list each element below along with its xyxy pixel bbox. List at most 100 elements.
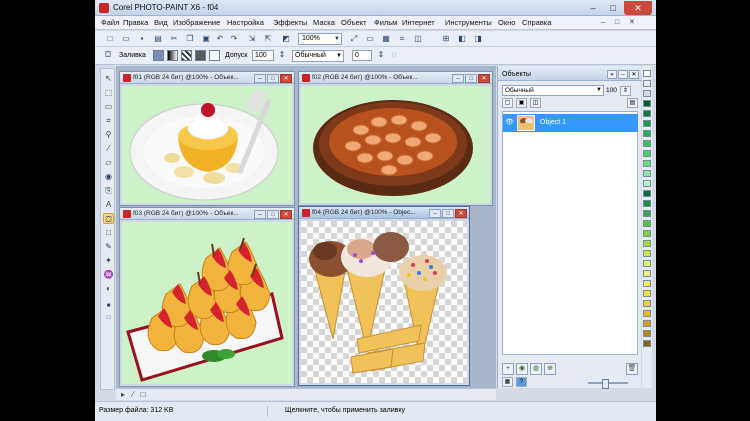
uniform-fill-swatch[interactable] [153, 50, 164, 61]
document-window-f02[interactable]: f02 (RGB 24 бит) @100% - Объек... ‒ □ ✕ [298, 71, 493, 206]
arrange-icon[interactable]: ▦ [502, 377, 513, 387]
paint-tool-icon[interactable]: ✎ [103, 241, 114, 252]
redo-icon[interactable]: ↷ [229, 34, 239, 44]
copy-icon[interactable]: ❐ [185, 34, 195, 44]
zoom-tool-icon[interactable]: ⚲ [103, 129, 114, 140]
transparency-spinner-icon[interactable]: ⇕ [376, 50, 386, 60]
document-window-f04[interactable]: f04 (RGB 24 бит) @100% - Objec... ‒ □ ✕ [298, 206, 470, 386]
document-window-f03[interactable]: f03 (RGB 24 бит) @100% - Объек... ‒ □ ✕ [119, 207, 295, 387]
eraser-tool-icon[interactable]: ▱ [103, 157, 114, 168]
pick-tool-icon[interactable]: ↖ [103, 73, 114, 84]
document-title-bar[interactable]: f04 (RGB 24 бит) @100% - Objec... ‒ □ ✕ [299, 207, 469, 219]
palette-swatch[interactable] [643, 130, 651, 137]
palette-swatch[interactable] [643, 270, 651, 277]
document-title-bar[interactable]: f01 (RGB 24 бит) @100% - Объек... ‒ □ ✕ [120, 72, 294, 84]
menu-adjust[interactable]: Настройка [227, 18, 264, 27]
close-icon[interactable]: ✕ [455, 209, 467, 218]
menu-mask[interactable]: Маска [313, 18, 335, 27]
crop-tool-icon[interactable]: ⌗ [103, 115, 114, 126]
play-icon[interactable]: ▸ [118, 390, 128, 400]
palette-swatch[interactable] [643, 320, 651, 327]
objects-docker-header[interactable]: Объекты » ‒ ✕ [498, 68, 642, 81]
minimize-icon[interactable]: ‒ [452, 74, 464, 83]
new-document-icon[interactable]: □ [105, 34, 115, 44]
texture-fill-swatch[interactable] [195, 50, 206, 61]
palette-swatch[interactable] [643, 110, 651, 117]
fill-tool-icon[interactable]: ⛋ [103, 213, 114, 224]
maximize-icon[interactable]: □ [465, 74, 477, 83]
no-fill-swatch[interactable] [209, 50, 220, 61]
new-object-from-mask-icon[interactable]: ◍ [530, 363, 542, 375]
undo-icon[interactable]: ↶ [215, 34, 225, 44]
palette-swatch[interactable] [643, 140, 651, 147]
opacity-spinner-icon[interactable]: ⇕ [620, 86, 631, 96]
object-mode-icon[interactable]: ◧ [457, 34, 467, 44]
merge-mode-dropdown[interactable]: Обычный ▼ [292, 50, 344, 62]
print-icon[interactable]: ▤ [153, 34, 163, 44]
close-button[interactable]: ✕ [624, 1, 652, 15]
palette-swatch[interactable] [643, 240, 651, 247]
bitmap-fill-swatch[interactable] [181, 50, 192, 61]
document-window-controls[interactable]: ‒ □ ✕ [601, 18, 639, 26]
close-icon[interactable]: ✕ [629, 70, 639, 79]
palette-swatch[interactable] [643, 70, 651, 77]
object-opacity-value[interactable]: 100 [606, 87, 617, 94]
antialiasing-icon[interactable]: ◌ [389, 50, 399, 60]
save-icon[interactable]: ▪ [137, 34, 147, 44]
minimize-button[interactable]: ‒ [583, 1, 603, 15]
show-grid-icon[interactable]: ▦ [381, 34, 391, 44]
tolerance-spinner-icon[interactable]: ⇕ [277, 50, 287, 60]
open-folder-icon[interactable]: ▭ [121, 34, 131, 44]
delete-object-icon[interactable]: 🗑 [626, 363, 638, 375]
text-tool-icon[interactable]: A [103, 199, 114, 210]
clip-mask-icon[interactable]: ◫ [530, 98, 541, 108]
palette-swatch[interactable] [643, 260, 651, 267]
import-icon[interactable]: ⇲ [247, 34, 257, 44]
docker-menu-icon[interactable]: ▤ [627, 98, 638, 108]
tolerance-input[interactable]: 100 [252, 50, 274, 61]
brush-tool-icon[interactable]: ♒ [103, 269, 114, 280]
rectangle-mask-tool-icon[interactable]: ▭ [103, 101, 114, 112]
palette-swatch[interactable] [643, 310, 651, 317]
menu-view[interactable]: Вид [154, 18, 168, 27]
maximize-icon[interactable]: □ [267, 74, 279, 83]
help-icon[interactable]: ? [516, 377, 527, 387]
visibility-eye-icon[interactable]: 👁 [505, 118, 514, 126]
corel-launcher-icon[interactable]: ◩ [281, 34, 291, 44]
close-icon[interactable]: ✕ [280, 74, 292, 83]
menu-object[interactable]: Объект [341, 18, 367, 27]
palette-swatch[interactable] [643, 340, 651, 347]
close-icon[interactable]: ✕ [280, 210, 292, 219]
snap-icon[interactable]: ⌗ [397, 34, 407, 44]
transparency-input[interactable]: 0 [352, 50, 372, 61]
palette-swatch[interactable] [643, 100, 651, 107]
palette-swatch[interactable] [643, 250, 651, 257]
new-object-icon[interactable]: + [502, 363, 514, 375]
palette-swatch[interactable] [643, 220, 651, 227]
document-canvas[interactable] [301, 221, 467, 383]
mask-overlay-icon[interactable]: ◨ [473, 34, 483, 44]
mask-transform-tool-icon[interactable]: ⬚ [103, 87, 114, 98]
paste-icon[interactable]: ▣ [201, 34, 211, 44]
transparency-tool-icon[interactable]: ◐ [103, 283, 114, 294]
thumbnail-size-slider[interactable] [588, 379, 628, 389]
palette-swatch[interactable] [643, 170, 651, 177]
full-screen-icon[interactable]: ▭ [365, 34, 375, 44]
zoom-level-dropdown[interactable]: 100% ▼ [298, 33, 342, 45]
menu-image[interactable]: Изображение [173, 18, 220, 27]
palette-swatch[interactable] [643, 90, 651, 97]
combine-objects-icon[interactable]: ⊕ [544, 363, 556, 375]
palette-swatch[interactable] [643, 210, 651, 217]
palette-swatch[interactable] [643, 150, 651, 157]
palette-swatch[interactable] [643, 280, 651, 287]
maximize-icon[interactable]: □ [442, 209, 454, 218]
close-icon[interactable]: ✕ [478, 74, 490, 83]
palette-swatch[interactable] [643, 330, 651, 337]
mask-marquee-icon[interactable]: ◫ [413, 34, 423, 44]
maximize-icon[interactable]: □ [267, 210, 279, 219]
minimize-icon[interactable]: ‒ [254, 74, 266, 83]
menu-help[interactable]: Справка [522, 18, 551, 27]
menu-window[interactable]: Окно [498, 18, 515, 27]
document-title-bar[interactable]: f03 (RGB 24 бит) @100% - Объек... ‒ □ ✕ [120, 208, 294, 220]
menu-movie[interactable]: Фильм [374, 18, 397, 27]
